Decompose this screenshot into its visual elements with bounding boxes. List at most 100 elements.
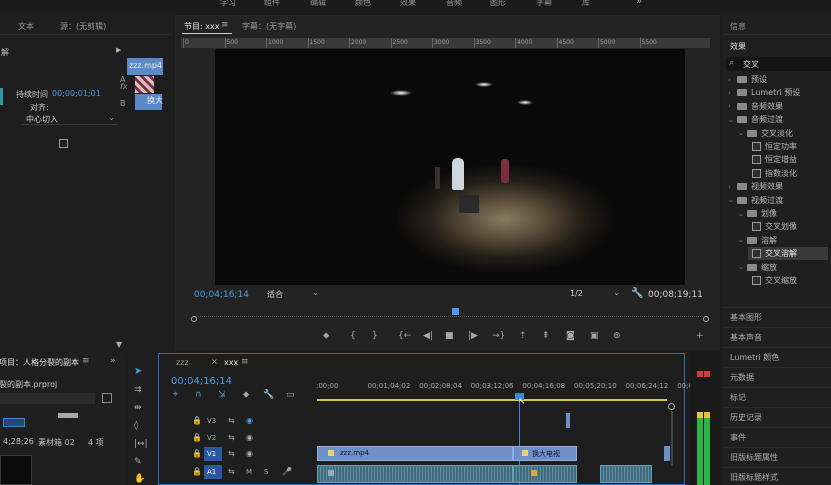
resolution-dropdown[interactable]: 1/2 ⌄ [566,288,622,300]
sequence-menu-icon[interactable]: ≡ [241,357,249,367]
solo-button[interactable]: S [264,468,268,476]
lock-icon[interactable]: 🔒 [192,433,202,442]
sync-lock-icon[interactable]: ⇆ [228,416,235,425]
effect-item[interactable]: 恒定功率 [748,140,828,153]
chevron-down-icon[interactable]: ⌄ [738,210,747,218]
vertical-scrollbar[interactable] [671,411,673,466]
scrub-end-handle[interactable] [703,316,709,322]
v1-clip-a[interactable]: zzz.mp4 [317,446,513,461]
selection-tool-icon[interactable]: ➤ [134,366,142,377]
tab-captions[interactable]: 字幕：(无字幕) [242,21,296,32]
tab-source[interactable]: 源：(无剪辑) [60,21,106,32]
playhead-marker[interactable] [452,308,459,315]
timeline-scroll-handle[interactable] [668,403,675,410]
effect-folder[interactable]: › Lumetri 预设 [728,86,828,99]
vr-icon[interactable]: ⊚ [613,331,621,341]
tab-info[interactable]: 信息 [730,21,746,32]
lock-icon[interactable]: 🔒 [192,467,202,476]
scrub-bar[interactable] [193,316,707,320]
work-area-bar[interactable] [317,399,667,401]
effect-item[interactable]: 恒定增益 [748,153,828,166]
mark-in-icon[interactable]: { [350,331,356,341]
tab-program[interactable]: 节目: xxx [184,21,219,32]
effect-folder[interactable]: ⌄ 视频过渡 [728,194,828,207]
reverse-checkbox[interactable] [59,139,68,148]
ripple-edit-tool-icon[interactable]: ⇹ [134,403,142,413]
list-view-icon[interactable] [3,418,25,427]
effect-folder[interactable]: ⌄ 溶解 [738,234,828,247]
project-menu-icon[interactable]: ≡ [82,356,90,366]
expand-arrow-icon[interactable]: ▶ [116,46,121,54]
effect-item[interactable]: 交叉划像 [748,220,828,233]
camera-icon[interactable]: ◙ [566,331,575,341]
panel-tab[interactable]: 旧版标题属性 [730,452,778,463]
chevron-right-icon[interactable]: › [728,102,737,110]
track-select-tool-icon[interactable]: ⇉ [134,385,142,395]
new-bin-icon[interactable] [102,393,112,403]
tab-text[interactable]: 文本 [18,21,34,32]
effects-search[interactable]: ⌕ 交叉 [726,57,831,71]
project-title[interactable]: 项目：人格分裂的副本 [0,357,79,368]
timeline-timecode[interactable]: 00;04;16;14 [171,376,232,387]
add-button-icon[interactable]: + [696,331,704,341]
pen-tool-icon[interactable]: ✎ [134,457,142,467]
menu-icon[interactable]: ≡ [221,20,229,30]
workspace-tab[interactable]: 效果 [400,0,416,8]
tab-sequence-zzz[interactable]: zzz [176,358,189,367]
effect-item[interactable]: 指数淡化 [748,167,828,180]
workspace-tab[interactable]: 库 [582,0,590,8]
effect-item[interactable]: 交叉溶解 [748,247,828,261]
microphone-icon[interactable]: 🎤 [282,467,292,476]
effect-folder[interactable]: › 视频效果 [728,180,828,193]
panel-tab[interactable]: 旧版标题样式 [730,472,778,483]
chevron-right-icon[interactable]: › [728,89,737,97]
workspace-tab[interactable]: 组件 [264,0,280,8]
bin-thumbnail[interactable] [0,455,32,485]
effect-folder[interactable]: › 预设 [728,73,828,86]
comparison-icon[interactable]: ▣ [590,331,599,341]
effect-folder[interactable]: ⌄ 缩放 [738,261,828,274]
effect-folder[interactable]: ⌄ 划像 [738,207,828,220]
zoom-slider[interactable] [58,413,78,418]
chevron-right-icon[interactable]: › [728,183,737,191]
go-to-out-icon[interactable]: →} [492,331,505,341]
nest-icon[interactable]: ⌖ [173,390,178,400]
linked-selection-icon[interactable]: ⇲ [218,390,226,400]
extract-icon[interactable]: ⇞ [542,331,550,341]
eye-icon[interactable]: ◉ [246,449,253,458]
mute-button[interactable]: M [246,468,252,476]
v1-clip-c[interactable] [664,446,670,461]
razor-tool-icon[interactable]: ◊ [134,421,138,431]
effect-folder[interactable]: ⌄ 交叉淡化 [738,127,828,140]
tab-sequence-xxx[interactable]: xxx [224,358,238,367]
settings-wrench-icon[interactable]: 🔧 [263,390,274,400]
v1-clip-b[interactable]: 换大电视 [513,446,577,461]
close-icon[interactable]: × [211,357,218,366]
project-search[interactable] [0,393,95,404]
sync-lock-icon[interactable]: ⇆ [228,467,235,476]
filter-icon[interactable]: ▼ [116,340,122,349]
step-forward-icon[interactable]: |▶ [468,331,478,341]
snap-icon[interactable]: ∩ [195,390,202,400]
scrub-start-handle[interactable] [191,316,197,322]
a1-clip-b[interactable] [513,465,577,483]
panel-tab[interactable]: 标记 [730,392,746,403]
effect-folder[interactable]: › 音频效果 [728,100,828,113]
fit-dropdown[interactable]: 适合 ⌄ [265,288,321,300]
panel-tab[interactable]: 事件 [730,432,746,443]
workspace-tab[interactable]: 编辑 [310,0,326,8]
panel-tab[interactable]: 基本声音 [730,332,762,343]
chevron-down-icon[interactable]: ⌄ [738,263,747,271]
workspace-tab[interactable]: 音频 [446,0,462,8]
mark-out-icon[interactable]: } [372,331,378,341]
lift-icon[interactable]: ⇡ [519,331,527,341]
a1-clip-a[interactable] [317,465,513,483]
lock-icon[interactable]: 🔒 [192,416,202,425]
workspace-tab[interactable]: 字幕 [536,0,552,8]
add-marker-icon[interactable]: ⬥ [323,331,329,341]
sync-lock-icon[interactable]: ⇆ [228,433,235,442]
chevron-down-icon[interactable]: ⌄ [728,196,737,204]
align-dropdown[interactable]: 中心切入 ⌄ [22,113,118,125]
workspace-tab[interactable]: 颜色 [355,0,371,8]
hand-tool-icon[interactable]: ✋ [134,474,145,484]
